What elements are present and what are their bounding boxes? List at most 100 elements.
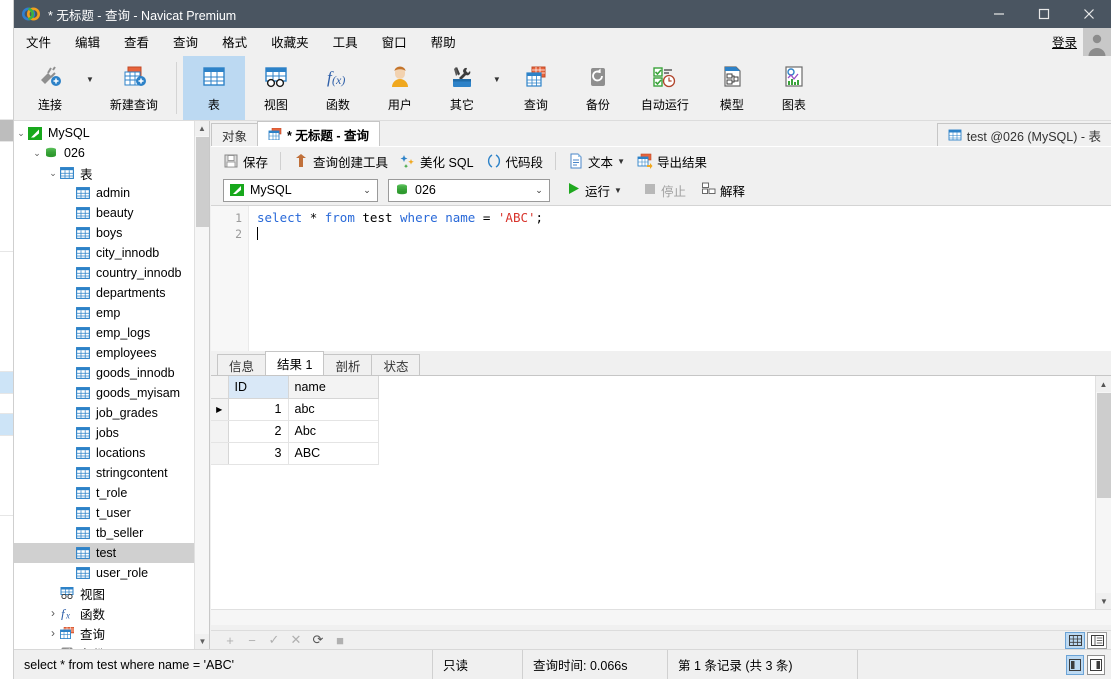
result-tab-info[interactable]: 信息	[217, 354, 267, 375]
result-grid-container[interactable]: ID name ▶ 1 abc 2 Abc 3 ABC ▲ ▼	[211, 375, 1111, 625]
tree-item-boys[interactable]: boys	[14, 223, 209, 243]
ribbon-user-button[interactable]: 用户	[369, 56, 431, 120]
ribbon-model-button[interactable]: 模型	[701, 56, 763, 120]
grid-cell-name[interactable]: Abc	[288, 420, 379, 443]
current-row-marker-icon[interactable]: ▶	[211, 398, 229, 421]
table-row[interactable]: 2 Abc	[211, 420, 379, 443]
tree-item-[interactable]: 视图	[14, 583, 209, 603]
menu-edit[interactable]: 编辑	[63, 28, 112, 55]
login-link[interactable]: 登录	[1052, 32, 1077, 51]
ribbon-function-button[interactable]: f (x) 函数	[307, 56, 369, 120]
grid-view-icon[interactable]	[1065, 631, 1085, 649]
menu-format[interactable]: 格式	[210, 28, 259, 55]
sidebar-vertical-scrollbar[interactable]: ▲ ▼	[194, 121, 209, 649]
text-view-button[interactable]: 文本 ▼	[562, 149, 631, 174]
grid-column-header[interactable]: ID	[228, 376, 289, 399]
apply-change-icon[interactable]: ✓	[263, 632, 285, 649]
beautify-sql-button[interactable]: 美化 SQL	[394, 149, 480, 174]
tree-item-admin[interactable]: admin	[14, 183, 209, 203]
tree-item-t_role[interactable]: t_role	[14, 483, 209, 503]
save-button[interactable]: 保存	[217, 149, 274, 174]
ribbon-query-button[interactable]: 查询	[505, 56, 567, 120]
add-record-icon[interactable]: +	[219, 632, 241, 649]
tree-item-stringcontent[interactable]: stringcontent	[14, 463, 209, 483]
chevron-right-icon[interactable]: ›	[46, 626, 60, 640]
cancel-change-icon[interactable]: ✕	[285, 632, 307, 649]
grid-cell-name[interactable]: abc	[288, 398, 379, 421]
menu-query[interactable]: 查询	[161, 28, 210, 55]
tree-item-city_innodb[interactable]: city_innodb	[14, 243, 209, 263]
export-result-button[interactable]: 导出结果	[631, 149, 713, 174]
grid-column-header[interactable]: name	[288, 376, 379, 399]
form-view-icon[interactable]	[1087, 631, 1107, 649]
sql-line[interactable]: select * from test where name = 'ABC';	[257, 210, 543, 226]
query-builder-button[interactable]: 查询创建工具	[287, 149, 394, 174]
other-dropdown-caret-icon[interactable]: ▼	[493, 56, 505, 120]
scroll-down-arrow-icon[interactable]: ▼	[195, 634, 209, 649]
tree-item-026[interactable]: ⌄ 026	[14, 143, 209, 163]
grid-cell-ID[interactable]: 3	[228, 442, 289, 465]
sql-code-area[interactable]: select * from test where name = 'ABC';	[257, 210, 543, 242]
database-combo-chevron-down-icon[interactable]: ⌄	[529, 180, 549, 201]
result-vertical-scrollbar[interactable]: ▲ ▼	[1095, 376, 1111, 625]
tree-item-job_grades[interactable]: job_grades	[14, 403, 209, 423]
tree-item-t_user[interactable]: t_user	[14, 503, 209, 523]
menu-window[interactable]: 窗口	[370, 28, 419, 55]
close-button[interactable]	[1066, 0, 1111, 28]
scroll-up-arrow-icon[interactable]: ▲	[195, 121, 209, 136]
run-button[interactable]: 运行 ▼	[562, 178, 627, 203]
explain-button[interactable]: 解释	[697, 178, 750, 203]
minimize-button[interactable]	[976, 0, 1021, 28]
table-row[interactable]: ▶ 1 abc	[211, 398, 379, 421]
tree-item-[interactable]: ⌄ 表	[14, 163, 209, 183]
grid-cell-ID[interactable]: 2	[228, 420, 289, 443]
tree-item-MySQL[interactable]: ⌄ MySQL	[14, 123, 209, 143]
grid-cell-name[interactable]: ABC	[288, 442, 379, 465]
connection-dropdown-caret-icon[interactable]: ▼	[86, 56, 98, 120]
stop-button[interactable]: 停止	[639, 178, 691, 203]
menu-file[interactable]: 文件	[14, 28, 63, 55]
code-snippet-button[interactable]: 代码段	[480, 149, 550, 174]
tree-item-goods_innodb[interactable]: goods_innodb	[14, 363, 209, 383]
tab-untitled-query[interactable]: * 无标题 - 查询	[257, 121, 380, 146]
tree-item-user_role[interactable]: user_role	[14, 563, 209, 583]
tree-item-jobs[interactable]: jobs	[14, 423, 209, 443]
refresh-icon[interactable]: ⟳	[307, 632, 329, 649]
ribbon-automation-button[interactable]: 自动运行	[629, 56, 701, 120]
tree-item-country_innodb[interactable]: country_innodb	[14, 263, 209, 283]
menu-view[interactable]: 查看	[112, 28, 161, 55]
left-panel-icon[interactable]	[1066, 654, 1084, 675]
right-panel-icon[interactable]	[1087, 654, 1105, 675]
ribbon-chart-button[interactable]: 图表	[763, 56, 825, 120]
run-dropdown-caret-icon[interactable]: ▼	[614, 186, 622, 195]
result-scroll-down-icon[interactable]: ▼	[1096, 593, 1111, 609]
tree-item-employees[interactable]: employees	[14, 343, 209, 363]
ribbon-other-button[interactable]: 其它	[431, 56, 493, 120]
grid-corner-cell[interactable]	[211, 376, 229, 399]
sql-line[interactable]	[257, 226, 543, 242]
tree-item-departments[interactable]: departments	[14, 283, 209, 303]
result-scroll-thumb[interactable]	[1097, 393, 1111, 498]
result-grid[interactable]: ID name ▶ 1 abc 2 Abc 3 ABC	[211, 376, 379, 465]
ribbon-backup-button[interactable]: 备份	[567, 56, 629, 120]
result-tab-status[interactable]: 状态	[371, 354, 421, 375]
tree-item-emp[interactable]: emp	[14, 303, 209, 323]
menu-favorites[interactable]: 收藏夹	[259, 28, 321, 55]
result-tab-result1[interactable]: 结果 1	[265, 351, 325, 375]
ribbon-view-button[interactable]: 视图	[245, 56, 307, 120]
table-row[interactable]: 3 ABC	[211, 442, 379, 465]
connection-combo[interactable]: MySQL ⌄	[223, 178, 378, 202]
tree-item-emp_logs[interactable]: emp_logs	[14, 323, 209, 343]
result-scroll-up-icon[interactable]: ▲	[1096, 376, 1111, 392]
tree-item-test[interactable]: test	[14, 543, 209, 563]
chevron-right-icon[interactable]: ›	[46, 606, 60, 620]
ribbon-table-button[interactable]: 表	[182, 56, 245, 120]
result-tab-profile[interactable]: 剖析	[323, 354, 373, 375]
database-combo[interactable]: 026 ⌄	[388, 178, 550, 202]
chevron-down-icon[interactable]: ⌄	[46, 168, 60, 179]
row-marker[interactable]	[211, 442, 229, 465]
chevron-down-icon[interactable]: ⌄	[14, 128, 28, 139]
grid-cell-ID[interactable]: 1	[228, 398, 289, 421]
menu-tools[interactable]: 工具	[321, 28, 370, 55]
chevron-down-icon[interactable]: ⌄	[30, 148, 44, 159]
